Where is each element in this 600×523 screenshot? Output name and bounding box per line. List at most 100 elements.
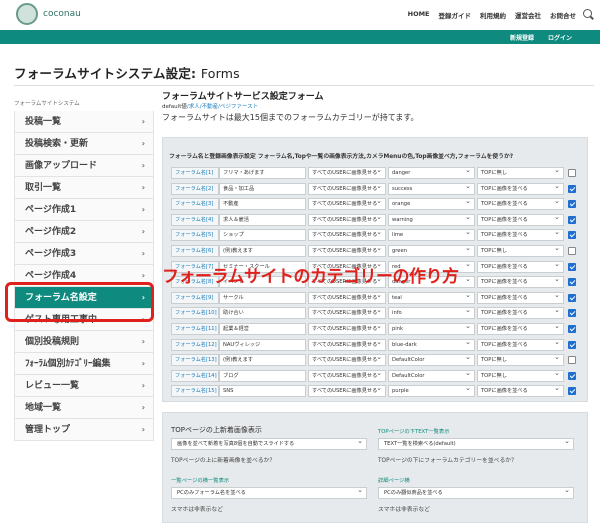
search-icon[interactable] bbox=[583, 9, 592, 18]
forum-name-input[interactable]: NAUヴィレッジ bbox=[219, 338, 306, 351]
use-forum-checkbox[interactable] bbox=[568, 247, 576, 255]
forum-name-input[interactable]: ブログ bbox=[219, 369, 306, 382]
color-select[interactable]: lime bbox=[388, 227, 475, 242]
nav-guide[interactable]: 登録ガイド bbox=[439, 10, 472, 20]
top-image-select[interactable]: 画像を並べて新着を写真8個を自動でスライドする bbox=[171, 436, 367, 450]
color-select[interactable]: danger bbox=[388, 165, 475, 179]
sidebar-item-admin-top[interactable]: 管理トップ › bbox=[14, 419, 154, 441]
color-select[interactable]: orange bbox=[388, 196, 475, 211]
color-select[interactable]: green bbox=[388, 243, 475, 257]
use-forum-checkbox[interactable] bbox=[568, 200, 576, 209]
forum-name-input[interactable]: (例)教えます bbox=[219, 354, 306, 367]
top-image-layout-select[interactable]: TOPに無し bbox=[477, 352, 564, 367]
top-image-layout-select[interactable]: TOPに画像を並べる bbox=[477, 337, 564, 351]
color-select[interactable]: DefaultColor bbox=[388, 352, 475, 367]
color-select[interactable]: success bbox=[388, 181, 475, 195]
use-forum-checkbox[interactable] bbox=[568, 309, 576, 318]
top-image-layout-select[interactable]: TOPに画像を並べる bbox=[477, 227, 564, 242]
top-image-layout-select[interactable]: TOPに画像を並べる bbox=[477, 259, 564, 273]
forum-name-input[interactable]: (例)教えます bbox=[219, 245, 306, 257]
color-select[interactable]: warning bbox=[388, 212, 475, 226]
forum-name-input[interactable]: 不動産 bbox=[219, 198, 306, 211]
use-forum-checkbox[interactable] bbox=[568, 293, 576, 302]
top-image-layout-select[interactable]: TOPに画像を並べる bbox=[477, 212, 564, 226]
sidebar-item-page1[interactable]: ページ作成1 › bbox=[14, 199, 154, 221]
top-image-layout-select[interactable]: TOPに無し bbox=[477, 368, 564, 382]
image-display-select[interactable]: すべてのUSERに画像見せる bbox=[308, 165, 386, 179]
image-display-select[interactable]: すべてのUSERに画像見せる bbox=[308, 321, 386, 335]
sidebar-item-category-edit[interactable]: ﾌｫｰﾗﾑ個別ｶﾃｺﾞﾘｰ編集 › bbox=[14, 353, 154, 375]
use-forum-checkbox[interactable] bbox=[568, 184, 576, 193]
sidebar-item-upload[interactable]: 画像アップロード › bbox=[14, 155, 154, 177]
color-select[interactable]: blue-dark bbox=[388, 337, 475, 351]
nav-contact[interactable]: お問合せ bbox=[550, 10, 576, 20]
color-select[interactable]: pink bbox=[388, 321, 475, 335]
divider bbox=[14, 85, 594, 86]
image-display-select[interactable]: すべてのUSERに画像見せる bbox=[308, 337, 386, 351]
color-select[interactable]: teal bbox=[388, 290, 475, 304]
top-image-layout-select[interactable]: TOPに画像を並べる bbox=[477, 321, 564, 335]
image-display-select[interactable]: すべてのUSERに画像見せる bbox=[308, 227, 386, 242]
use-forum-checkbox[interactable] bbox=[568, 231, 576, 240]
sidebar-item-posts[interactable]: 投稿一覧 › bbox=[14, 111, 154, 133]
top-image-layout-select[interactable]: TOPに無し bbox=[477, 243, 564, 257]
image-display-select[interactable]: すべてのUSERに画像見せる bbox=[308, 196, 386, 211]
use-forum-checkbox[interactable] bbox=[568, 371, 576, 380]
top-image-layout-select[interactable]: TOPに画像を並べる bbox=[477, 383, 564, 398]
forum-name-input[interactable]: 求人＆雇活 bbox=[219, 213, 306, 226]
sidebar-item-forum-names[interactable]: フォーラム名設定 › bbox=[14, 287, 154, 309]
forum-name-input[interactable]: 食品・加工品 bbox=[219, 182, 306, 195]
image-display-select[interactable]: すべてのUSERに画像見せる bbox=[308, 290, 386, 304]
image-display-select[interactable]: すべてのUSERに画像見せる bbox=[308, 181, 386, 195]
use-forum-checkbox[interactable] bbox=[568, 387, 576, 396]
logo-text[interactable]: coconau bbox=[43, 9, 81, 19]
sidebar-item-regions[interactable]: 地域一覧 › bbox=[14, 397, 154, 419]
forum-name-input[interactable]: 助け合い bbox=[219, 307, 306, 320]
top-image-layout-select[interactable]: TOPに画像を並べる bbox=[477, 181, 564, 195]
sidebar-item-search[interactable]: 投稿検索・更新 › bbox=[14, 133, 154, 155]
logo-icon[interactable] bbox=[16, 3, 38, 25]
top-image-layout-select[interactable]: TOPに画像を並べる bbox=[477, 290, 564, 304]
top-image-layout-select[interactable]: TOPに画像を並べる bbox=[477, 196, 564, 211]
sidebar-item-page2[interactable]: ページ作成2 › bbox=[14, 221, 154, 243]
top-image-layout-select[interactable]: TOPに画像を並べる bbox=[477, 305, 564, 320]
image-display-select[interactable]: すべてのUSERに画像見せる bbox=[308, 368, 386, 382]
use-forum-checkbox[interactable] bbox=[568, 325, 576, 333]
use-forum-checkbox[interactable] bbox=[568, 340, 576, 349]
detail-select[interactable]: PCのみ翻似商品を並べる bbox=[378, 485, 574, 499]
forum-name-input[interactable]: フリマ・あげます bbox=[219, 167, 306, 179]
use-forum-checkbox[interactable] bbox=[568, 169, 576, 177]
sidebar-item-guest[interactable]: ゲスト専用工事中 › bbox=[14, 309, 154, 331]
color-select[interactable]: DefaultColor bbox=[388, 368, 475, 382]
nav-company[interactable]: 運営会社 bbox=[515, 10, 541, 20]
forum-name-input[interactable]: 起業＆経営 bbox=[219, 323, 306, 335]
image-display-select[interactable]: すべてのUSERに画像見せる bbox=[308, 383, 386, 398]
color-select[interactable]: info bbox=[388, 305, 475, 320]
top-image-layout-select[interactable]: TOPに無し bbox=[477, 165, 564, 179]
nav-home[interactable]: HOME bbox=[408, 10, 430, 20]
use-forum-checkbox[interactable] bbox=[568, 278, 576, 287]
register-link[interactable]: 新規登録 bbox=[510, 33, 534, 42]
color-select[interactable]: purple bbox=[388, 383, 475, 398]
image-display-select[interactable]: すべてのUSERに画像見せる bbox=[308, 212, 386, 226]
top-image-layout-select[interactable]: TOPに画像を並べる bbox=[477, 274, 564, 289]
image-display-select[interactable]: すべてのUSERに画像見せる bbox=[308, 305, 386, 320]
forum-name-input[interactable]: サークル bbox=[219, 291, 306, 304]
forum-name-input[interactable]: SNS bbox=[219, 385, 306, 398]
use-forum-checkbox[interactable] bbox=[568, 215, 576, 224]
list-select[interactable]: PCのみフォーラム名を並べる bbox=[171, 485, 367, 499]
use-forum-checkbox[interactable] bbox=[568, 356, 576, 365]
image-display-select[interactable]: すべてのUSERに画像見せる bbox=[308, 243, 386, 257]
defaults-links[interactable]: /求人/不動産/ペジファースト bbox=[187, 104, 258, 110]
nav-terms[interactable]: 利用規約 bbox=[480, 10, 506, 20]
use-forum-checkbox[interactable] bbox=[568, 262, 576, 271]
forum-name-input[interactable]: ショップ bbox=[219, 229, 306, 242]
sidebar-item-trades[interactable]: 取引一覧 › bbox=[14, 177, 154, 199]
sidebar-item-page4[interactable]: ページ作成4 › bbox=[14, 265, 154, 287]
top-text-select[interactable]: TEXT一覧を検索べる(default) bbox=[378, 436, 574, 450]
login-link[interactable]: ログイン bbox=[548, 33, 572, 42]
sidebar-item-rules[interactable]: 個別投稿規則 › bbox=[14, 331, 154, 353]
sidebar-item-reviews[interactable]: レビュー一覧 › bbox=[14, 375, 154, 397]
image-display-select[interactable]: すべてのUSERに画像見せる bbox=[308, 352, 386, 367]
sidebar-item-page3[interactable]: ページ作成3 › bbox=[14, 243, 154, 265]
